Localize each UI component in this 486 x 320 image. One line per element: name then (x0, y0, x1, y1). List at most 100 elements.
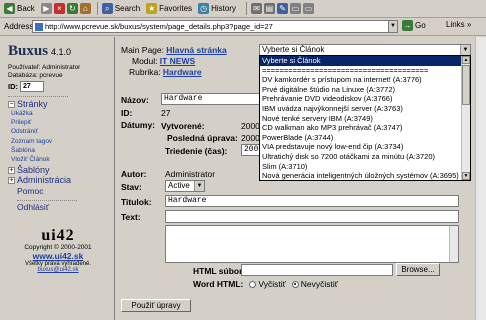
mail-icon[interactable]: ✉ (250, 3, 262, 14)
page-details-form: Main Page: Hlavná stránka Modul: IT NEWS… (115, 37, 486, 320)
nazov-input[interactable]: Hardware (161, 93, 273, 105)
url-dropdown-button[interactable]: ▼ (388, 20, 398, 33)
chevron-down-icon: ▼ (460, 45, 470, 55)
nav-help[interactable]: Pomoc (17, 185, 114, 198)
rubrika-link[interactable]: Hardware (163, 67, 202, 77)
url-input[interactable]: http://www.pcrevue.sk/buxus/system/page_… (32, 20, 390, 33)
expand-icon: + (8, 166, 15, 174)
dropdown-option[interactable]: Prvé digitálne štúdio na Linuxe (A:3772) (260, 85, 470, 95)
browser-toolbar: ◀ Back ▶ × ↻ ⌂ ⌕ Search ★ Favorites ◷ Histor… (0, 0, 486, 18)
nav-section-stranky[interactable]: − Stránky (8, 99, 114, 109)
collapse-icon: − (8, 100, 15, 108)
database-info: Databáza: pcrevue (8, 72, 63, 79)
ui42-logo: ui42 (41, 227, 75, 245)
datumy-label: Dátumy: (121, 120, 156, 130)
nav-section-sablony[interactable]: + Šablóny (8, 165, 114, 175)
scroll-down-icon[interactable]: ▼ (462, 172, 470, 180)
titulok-input[interactable]: Hardware (165, 195, 459, 207)
html-file-input[interactable] (241, 264, 393, 276)
html-file-label: HTML súbor: (193, 266, 246, 276)
article-dropdown-list[interactable]: Vyberte si Článok =======================… (259, 55, 471, 181)
home-icon[interactable]: ⌂ (79, 3, 91, 14)
nav-item-sablona[interactable]: Šablóna (11, 146, 114, 155)
dropdown-option[interactable]: VIA predstavuje nový low-end čip (A:3734… (260, 142, 470, 152)
main-page-link[interactable]: Hlavná stránka (166, 45, 226, 55)
history-button[interactable]: ◷ History (198, 3, 236, 14)
modul-row: Modul: IT NEWS (132, 56, 196, 66)
posledna-value: 2000 (241, 133, 260, 143)
text-scrollbar[interactable] (449, 226, 458, 262)
dropdown-option[interactable]: CD walkman ako MP3 prehrávač (A:3747) (260, 123, 470, 133)
stav-label: Stav: (121, 182, 142, 192)
vytvorene-value: 2000 (241, 121, 260, 131)
stav-select[interactable]: Active ▼ (165, 180, 205, 192)
site-link[interactable]: www.ui42.sk (8, 251, 108, 261)
discuss-icon[interactable]: ▭ (289, 3, 301, 14)
vytvorene-label: Vytvorené: (161, 121, 205, 131)
id-value: 27 (161, 108, 171, 118)
brand-name: Buxus (8, 43, 49, 59)
page-scrollbar[interactable] (475, 37, 486, 320)
history-icon: ◷ (198, 3, 210, 14)
go-button[interactable]: → Go (402, 20, 426, 31)
dropdown-option[interactable]: PowerBlade (A:3744) (260, 133, 470, 143)
divider (8, 96, 68, 97)
back-arrow-icon: ◀ (4, 3, 15, 14)
address-bar: Address http://www.pcrevue.sk/buxus/syst… (0, 18, 486, 36)
scroll-thumb[interactable] (462, 65, 470, 105)
nazov-label: Názov: (121, 95, 149, 105)
back-button[interactable]: ◀ Back (4, 3, 35, 14)
dropdown-option[interactable]: DV kamkordér s prístupom na internet! (A… (260, 75, 470, 85)
sidebar: Buxus 4.1.0 Používateľ: Administrator Dat… (0, 37, 114, 320)
nav-item-prilepit[interactable]: Prilepiť (11, 118, 114, 127)
forward-arrow-icon[interactable]: ▶ (40, 3, 52, 14)
go-arrow-icon: → (402, 20, 413, 31)
nav-item-ukazka[interactable]: Ukážka (11, 109, 114, 118)
search-button[interactable]: ⌕ Search (101, 3, 140, 14)
search-icon: ⌕ (101, 3, 113, 14)
dropdown-option[interactable]: IBM uvádza najvýkonnejší server (A:3763) (260, 104, 470, 114)
messenger-icon[interactable]: ▭ (302, 3, 314, 14)
text-toolbar[interactable] (165, 210, 459, 223)
nav-logout[interactable]: Odhlásiť (17, 201, 114, 214)
dropdown-option[interactable]: Nové tenké servery IBM (A:3749) (260, 114, 470, 124)
dropdown-option[interactable]: ====================================== (260, 66, 470, 76)
edit-icon[interactable]: ✎ (276, 3, 288, 14)
nav-item-vlozit-clanok[interactable]: Vložiť Článok (11, 155, 114, 164)
id-row: ID: 27 (8, 81, 114, 92)
id-row-main: ID: (121, 108, 133, 118)
email-link[interactable]: buxus@ui42.sk (8, 267, 108, 273)
favorites-button[interactable]: ★ Favorites (146, 3, 192, 14)
triedenie-label: Triedenie (čas): (165, 146, 228, 156)
modul-link[interactable]: IT NEWS (160, 56, 195, 66)
dropdown-scrollbar[interactable]: ▲ ▼ (461, 56, 470, 180)
titulok-label: Titulok: (121, 197, 152, 207)
dropdown-option[interactable]: Prehrávanie DVD videodiskov (A:3766) (260, 94, 470, 104)
dropdown-option[interactable]: Slim (A:3710) (260, 162, 470, 172)
user-info: Používateľ: Administrator (8, 64, 81, 71)
id-input[interactable]: 27 (20, 81, 44, 92)
links-button[interactable]: Links » (446, 20, 471, 29)
rubrika-row: Rubrika: Hardware (129, 67, 202, 77)
nav-section-administracia[interactable]: + Administrácia (8, 175, 114, 185)
word-html-row: Word HTML: Vyčistiť Nevyčistiť (193, 279, 338, 289)
scroll-up-icon[interactable]: ▲ (462, 56, 470, 64)
brand-version: 4.1.0 (51, 47, 72, 57)
print-icon[interactable]: ▤ (263, 3, 275, 14)
dropdown-option[interactable]: Ultratichý disk so 7200 otáčkami za minú… (260, 152, 470, 162)
favorites-icon: ★ (146, 3, 158, 14)
radio-nevycistit[interactable] (291, 280, 299, 288)
radio-vycistit[interactable] (249, 280, 257, 288)
save-button[interactable]: Použiť úpravy (121, 299, 191, 312)
refresh-icon[interactable]: ↻ (66, 3, 78, 14)
dropdown-option[interactable]: Vyberte si Článok (260, 56, 470, 66)
nav-item-odstranit[interactable]: Odstrániť (11, 127, 114, 136)
dropdown-option[interactable]: Nová generácia inteligentných úložných s… (260, 171, 470, 180)
text-editor[interactable] (165, 225, 459, 263)
autor-label: Autor: (121, 169, 147, 179)
brand: Buxus 4.1.0 (8, 43, 114, 60)
nav-item-zoznam-tagov[interactable]: Zoznam tagov (11, 137, 114, 146)
chevron-down-icon: ▼ (194, 181, 204, 191)
browse-button[interactable]: Browse... (396, 263, 440, 276)
stop-icon[interactable]: × (53, 3, 65, 14)
